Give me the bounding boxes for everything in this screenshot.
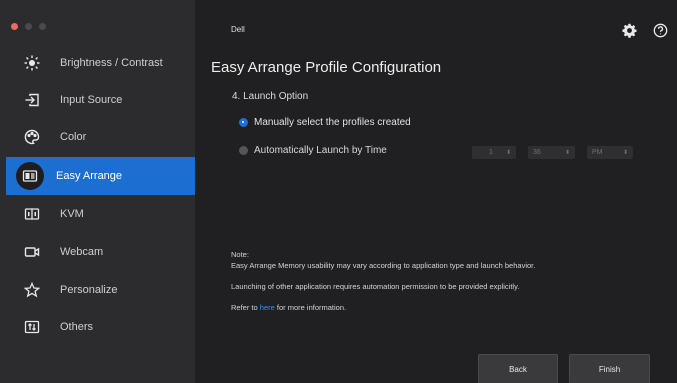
refer-suffix: for more information. <box>276 303 347 312</box>
stepper-arrows-icon[interactable]: ⬍ <box>506 149 511 156</box>
period-stepper[interactable]: PM ⬍ <box>587 146 633 159</box>
sidebar-item-label: Easy Arrange <box>56 170 123 182</box>
sidebar-item-brightness-contrast[interactable]: Brightness / Contrast <box>6 44 195 82</box>
back-button[interactable]: Back <box>478 354 558 383</box>
input-source-icon <box>18 86 46 114</box>
note-heading: Note: <box>231 250 249 259</box>
sidebar-item-label: Input Source <box>60 94 123 106</box>
sidebar-item-label: Color <box>60 131 87 143</box>
settings-gear-icon[interactable] <box>621 22 637 38</box>
radio-auto-launch[interactable]: Automatically Launch by Time <box>239 145 387 156</box>
window-controls <box>11 23 46 30</box>
hour-stepper[interactable]: 1 ⬍ <box>472 146 516 159</box>
radio-label: Automatically Launch by Time <box>254 145 387 156</box>
stepper-arrows-icon[interactable]: ⬍ <box>623 149 628 156</box>
minute-stepper[interactable]: 36 ⬍ <box>528 146 575 159</box>
sidebar-item-webcam[interactable]: Webcam <box>6 233 195 271</box>
help-icon[interactable] <box>652 22 668 38</box>
minimize-window-button[interactable] <box>25 23 32 30</box>
radio-unselected-icon[interactable] <box>239 146 248 155</box>
note-refer: Refer to here for more information. <box>231 303 346 312</box>
stepper-arrows-icon[interactable]: ⬍ <box>565 149 570 156</box>
section-label: 4. Launch Option <box>232 91 309 102</box>
sidebar-item-color[interactable]: Color <box>6 118 195 156</box>
page-title: Easy Arrange Profile Configuration <box>211 59 442 76</box>
sidebar-item-label: Brightness / Contrast <box>60 57 163 69</box>
sidebar-item-others[interactable]: Others <box>6 308 195 346</box>
star-icon <box>18 276 46 304</box>
app-window: Brightness / Contrast Input Source Color… <box>0 0 677 383</box>
main-panel: Dell Easy Arrange Profile Configuration … <box>195 0 677 383</box>
zoom-window-button[interactable] <box>39 23 46 30</box>
radio-selected-icon[interactable] <box>239 118 248 127</box>
app-title: Dell <box>231 25 245 34</box>
others-icon <box>18 313 46 341</box>
sidebar-item-input-source[interactable]: Input Source <box>6 81 195 119</box>
finish-button[interactable]: Finish <box>569 354 650 383</box>
brightness-icon <box>18 49 46 77</box>
here-link[interactable]: here <box>260 303 275 312</box>
webcam-icon <box>18 238 46 266</box>
sidebar-item-kvm[interactable]: KVM <box>6 195 195 233</box>
sidebar-item-easy-arrange[interactable]: Easy Arrange <box>6 157 195 195</box>
hour-value: 1 <box>489 149 493 156</box>
refer-prefix: Refer to <box>231 303 258 312</box>
radio-label: Manually select the profiles created <box>254 117 411 128</box>
period-value: PM <box>592 149 603 156</box>
sidebar-item-label: Personalize <box>60 284 118 296</box>
sidebar: Brightness / Contrast Input Source Color… <box>0 0 195 383</box>
sidebar-item-personalize[interactable]: Personalize <box>6 271 195 309</box>
sidebar-item-label: Others <box>60 321 94 333</box>
sidebar-item-label: KVM <box>60 208 84 220</box>
easy-arrange-icon <box>16 162 44 190</box>
sidebar-item-label: Webcam <box>60 246 104 258</box>
note-line-2: Launching of other application requires … <box>231 282 520 291</box>
note-line-1: Easy Arrange Memory usability may vary a… <box>231 261 536 270</box>
radio-manual-select[interactable]: Manually select the profiles created <box>239 117 411 128</box>
close-window-button[interactable] <box>11 23 18 30</box>
kvm-icon <box>18 200 46 228</box>
minute-value: 36 <box>533 149 541 156</box>
color-icon <box>18 123 46 151</box>
